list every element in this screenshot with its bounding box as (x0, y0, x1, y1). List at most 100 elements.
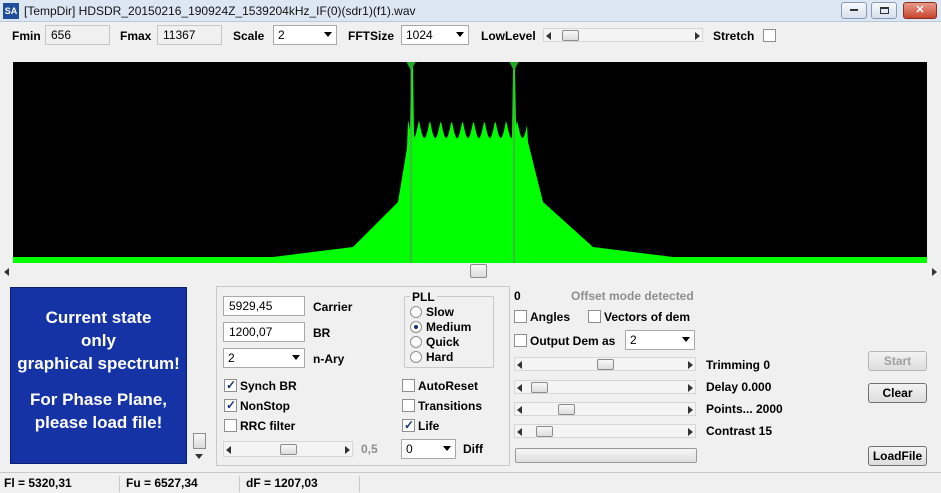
arrow-right-icon (345, 446, 350, 454)
lower-marker-icon[interactable] (406, 61, 416, 71)
contrast-slider[interactable] (514, 424, 696, 438)
info-panel: Current state only graphical spectrum! F… (10, 287, 187, 464)
nary-select[interactable]: 2 (223, 348, 305, 368)
arrow-left-icon (546, 32, 551, 40)
br-field[interactable]: 1200,07 (223, 322, 305, 342)
minimize-button[interactable] (841, 2, 867, 19)
transitions-checkbox[interactable] (402, 399, 415, 412)
upper-marker-icon[interactable] (509, 61, 519, 71)
points-slider[interactable] (514, 402, 696, 416)
arrow-left-icon (226, 446, 231, 454)
spectrum-trace (13, 67, 927, 264)
info-line: For Phase Plane, (30, 390, 167, 409)
pll-radio-hard[interactable] (410, 351, 422, 363)
chevron-down-icon (324, 32, 332, 37)
chevron-down-icon (682, 337, 690, 342)
rrc-slider[interactable] (223, 441, 353, 457)
stretch-checkbox[interactable] (763, 29, 776, 42)
life-label: Life (418, 419, 440, 433)
spectrum-scrollbar[interactable] (2, 263, 939, 280)
info-line: please load file! (34, 413, 163, 432)
minimize-icon (850, 9, 858, 12)
app-icon: SA (3, 3, 19, 19)
autoreset-checkbox[interactable] (402, 379, 415, 392)
info-line: Current state (45, 308, 152, 327)
delay-slider[interactable] (514, 380, 696, 394)
slider-thumb[interactable] (536, 426, 553, 437)
arrow-right-icon (688, 384, 693, 392)
offset-mode-text: Offset mode detected (571, 289, 694, 303)
pll-radio-slow[interactable] (410, 306, 422, 318)
title-bar: SA [TempDir] HDSDR_20150216_190924Z_1539… (0, 0, 941, 22)
spectrum-display[interactable] (13, 61, 927, 264)
autoreset-label: AutoReset (418, 379, 479, 393)
scale-select[interactable]: 2 (273, 25, 337, 45)
vectors-checkbox[interactable] (588, 310, 601, 323)
arrow-down-icon[interactable] (195, 454, 203, 459)
window-title: [TempDir] HDSDR_20150216_190924Z_1539204… (24, 4, 416, 18)
rrc-filter-label: RRC filter (240, 419, 296, 433)
pll-radio-medium[interactable] (410, 321, 422, 333)
output-dem-select[interactable]: 2 (625, 330, 695, 350)
restore-button[interactable] (871, 2, 897, 19)
status-df: dF = 1207,03 (242, 476, 360, 492)
clear-button[interactable]: Clear (868, 383, 927, 403)
vectors-label: Vectors of dem (604, 310, 691, 324)
fmax-field[interactable]: 11367 (157, 25, 222, 45)
arrow-left-icon (517, 384, 522, 392)
scroll-thumb[interactable] (193, 433, 206, 449)
slider-thumb[interactable] (558, 404, 575, 415)
progress-bar (515, 448, 697, 463)
trimming-slider[interactable] (514, 357, 696, 371)
output-dem-checkbox[interactable] (514, 334, 527, 347)
life-checkbox[interactable] (402, 418, 415, 432)
nonstop-checkbox[interactable] (224, 398, 237, 412)
status-fu: Fu = 6527,34 (122, 476, 240, 492)
synch-br-checkbox[interactable] (224, 378, 237, 392)
arrow-left-icon (517, 361, 522, 369)
fmax-label: Fmax (120, 29, 152, 43)
carrier-label: Carrier (313, 300, 353, 314)
rrc-slider-value: 0,5 (361, 442, 378, 456)
start-button[interactable]: Start (868, 351, 927, 371)
synch-br-label: Synch BR (240, 379, 297, 393)
diff-label: Diff (463, 442, 483, 456)
chevron-down-icon (456, 32, 464, 37)
fmin-field[interactable]: 656 (45, 25, 110, 45)
loadfile-button[interactable]: LoadFile (868, 446, 927, 466)
fftsize-select[interactable]: 1024 (401, 25, 469, 45)
arrow-right-icon (695, 32, 700, 40)
br-label: BR (313, 326, 331, 340)
pll-option-label: Hard (426, 350, 454, 364)
carrier-field[interactable]: 5929,45 (223, 296, 305, 316)
restore-icon (879, 6, 889, 14)
pll-option-label: Quick (426, 335, 460, 349)
trimming-label: Trimming 0 (706, 358, 771, 372)
slider-thumb[interactable] (597, 359, 614, 370)
diff-select[interactable]: 0 (401, 439, 456, 459)
contrast-label: Contrast 15 (706, 424, 773, 438)
spectrum-graph (13, 61, 927, 264)
angles-checkbox[interactable] (514, 310, 527, 323)
info-scrollbar[interactable] (192, 287, 207, 464)
fmin-label: Fmin (12, 29, 41, 43)
slider-thumb[interactable] (531, 382, 548, 393)
pll-title: PLL (410, 290, 437, 304)
pll-radio-quick[interactable] (410, 336, 422, 348)
info-line: graphical spectrum! (17, 354, 180, 373)
slider-thumb[interactable] (562, 30, 579, 41)
arrow-right-icon (688, 406, 693, 414)
fftsize-value: 1024 (406, 28, 433, 42)
arrow-left-icon (517, 406, 522, 414)
slider-thumb[interactable] (280, 444, 297, 455)
output-dem-value: 2 (630, 333, 637, 347)
info-line: only (81, 331, 116, 350)
lowlevel-slider[interactable] (543, 28, 703, 42)
rrc-filter-checkbox[interactable] (224, 419, 237, 432)
scroll-thumb[interactable] (470, 264, 487, 278)
transitions-label: Transitions (418, 399, 483, 413)
close-button[interactable]: ✕ (903, 2, 937, 19)
fftsize-label: FFTSize (348, 29, 395, 43)
nary-value: 2 (228, 351, 235, 365)
arrow-left-icon (4, 268, 9, 276)
